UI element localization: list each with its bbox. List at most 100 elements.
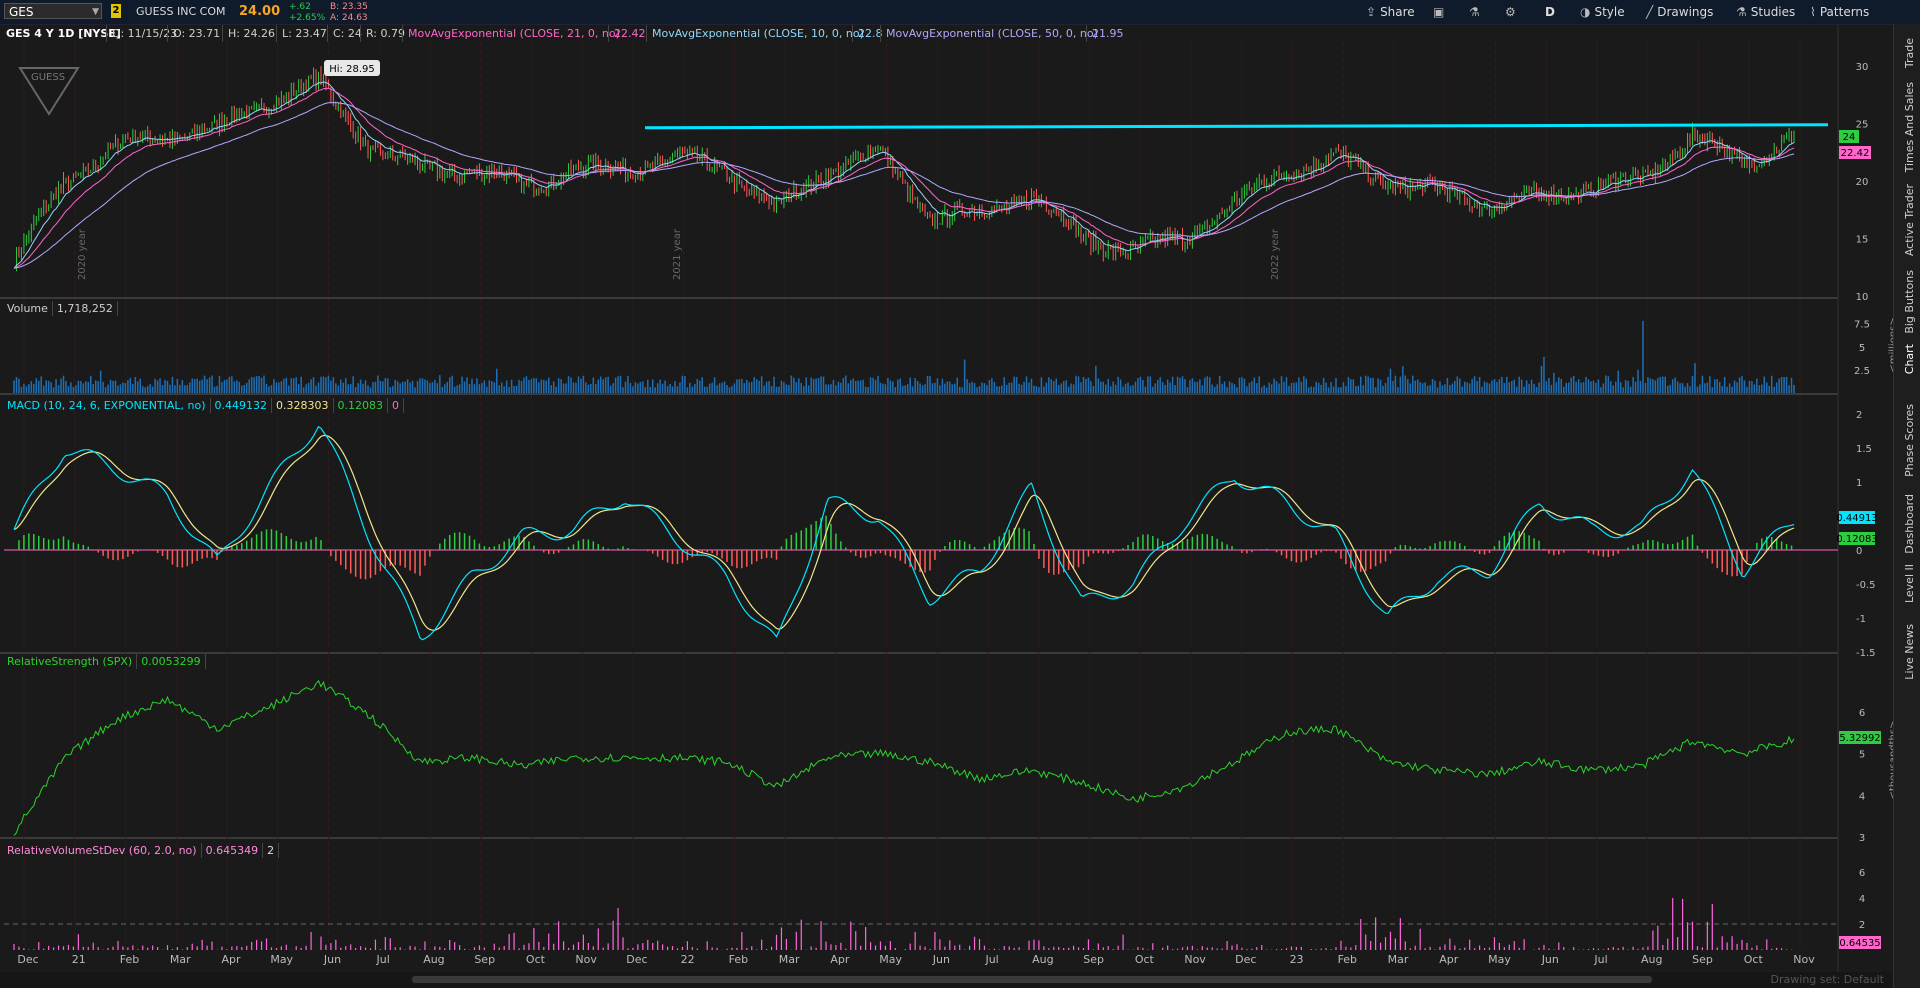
month-label: Sep [1083,953,1104,966]
patterns-button[interactable]: ⌇ Patterns [1810,0,1869,24]
pencil-icon: ╱ [1646,5,1654,19]
bar-close: C: 24 [327,25,362,42]
year-marker: 2020 year [77,228,88,280]
ema50-value: 21.95 [1086,25,1124,42]
month-label: Sep [474,953,495,966]
chart-info-bar: GES 4 Y 1D [NYSE] D: 11/15/23 O: 23.71 H… [0,25,1840,42]
last-price: 24.00 [239,4,281,19]
drawing-set-label: Drawing set: Default [1770,973,1884,986]
ema50-label[interactable]: MovAvgExponential (CLOSE, 50, 0, no) [880,25,1098,42]
chart-canvas[interactable]: Dec 21 Feb Mar Apr May Jun Jul Aug Sep Oct Nov Dec 22… [0,0,1920,988]
rvsd-badge-text: 0.64535 [1839,938,1880,949]
side-tab-times-and-sales[interactable]: Times And Sales [1903,82,1916,172]
month-label: Jul [376,953,390,966]
bar-range: R: 0.79 [360,25,405,42]
period-button[interactable]: D [1545,0,1555,24]
macd-axis-tick: -0.5 [1856,580,1876,591]
month-label: Aug [1032,953,1053,966]
resistance-line [644,123,1829,130]
camera-icon: ▣ [1433,5,1445,19]
style-button[interactable]: ◑ Style [1580,0,1625,24]
side-tab-trade[interactable]: Trade [1903,38,1916,68]
side-tab-chart[interactable]: Chart [1903,344,1916,374]
month-label: Oct [1744,953,1764,966]
rvsd-label[interactable]: RelativeVolumeStDev (60, 2.0, no) 0.64534… [3,843,280,858]
ema10-value: 22.8 [852,25,883,42]
bar-low: L: 23.47 [276,25,327,42]
drawings-button[interactable]: ╱ Drawings [1646,0,1713,24]
side-tab-big-buttons[interactable]: Big Buttons [1903,270,1916,334]
month-label: Nov [575,953,597,966]
month-label: Feb [120,953,139,966]
gear-icon: ⚙ [1505,5,1516,19]
month-label: Jul [1593,953,1607,966]
side-tab-bar: Trade Times And Sales Active Trader Big But… [1893,24,1920,988]
side-tab-active-trader[interactable]: Active Trader [1903,184,1916,256]
ema10-label[interactable]: MovAvgExponential (CLOSE, 10, 0, no) [646,25,864,42]
volume-axis-tick: 2.5 [1854,366,1870,377]
month-label: Jul [984,953,998,966]
month-label: 21 [72,953,86,966]
month-label: Jun [323,953,341,966]
macd-axis-tick: 0 [1856,546,1862,557]
month-label: Aug [423,953,444,966]
side-tab-phase-scores[interactable]: Phase Scores [1903,404,1916,477]
flask-button[interactable]: ⚗ [1469,0,1484,24]
bar-high: H: 24.26 [222,25,275,42]
company-name: GUESS INC COM [136,5,226,18]
month-label: 23 [1290,953,1304,966]
rvsd-axis-tick: 2 [1859,920,1865,931]
side-tab-live-news[interactable]: Live News [1903,624,1916,680]
month-label: Jun [932,953,950,966]
month-label: Oct [1135,953,1155,966]
flask-icon: ⚗ [1469,5,1480,19]
share-button[interactable]: ⇪ Share [1366,0,1415,24]
style-icon: ◑ [1580,5,1591,19]
macd-axis-tick: -1.5 [1856,648,1876,659]
price-axis-tick: 15 [1856,235,1869,246]
rs-axis-tick: 4 [1859,791,1865,802]
year-marker: 2021 year [672,228,683,280]
ema-line-10 [13,81,1795,269]
studies-button[interactable]: ⚗ Studies [1736,0,1795,24]
month-label: Apr [221,953,241,966]
month-label: Nov [1793,953,1815,966]
symbol-input[interactable]: GES ▼ [4,3,102,19]
flask-icon: ⚗ [1736,5,1747,19]
volume-label[interactable]: Volume 1,718,252 [3,301,118,316]
ema-badge-text: 22.42 [1841,148,1870,159]
month-label: Dec [17,953,38,966]
side-tab-level-ii[interactable]: Level II [1903,564,1916,603]
year-marker: 2022 year [1270,228,1281,280]
rs-label[interactable]: RelativeStrength (SPX) 0.0053299 [3,654,206,669]
last-price-badge-text: 24 [1843,132,1856,143]
macd-axis-tick: 1.5 [1856,444,1872,455]
settings-button[interactable]: ⚙ [1505,0,1520,24]
month-label: Jun [1541,953,1559,966]
rs-axis-tick: 3 [1859,833,1865,844]
month-label: Sep [1692,953,1713,966]
volume-axis-tick: 7.5 [1854,320,1870,331]
month-label: Aug [1641,953,1662,966]
link-group-badge[interactable]: 2 [111,4,121,18]
month-label: Dec [626,953,647,966]
horizontal-scrollbar[interactable] [0,972,1892,988]
price-axis-tick: 30 [1856,62,1869,73]
month-label: May [1488,953,1511,966]
macd-label[interactable]: MACD (10, 24, 6, EXPONENTIAL, no) 0.44913… [3,398,405,413]
side-tab-dashboard[interactable]: Dashboard [1903,494,1916,554]
camera-button[interactable]: ▣ [1433,0,1448,24]
price-axis-tick: 20 [1856,177,1869,188]
chevron-down-icon[interactable]: ▼ [92,4,99,20]
scrollbar-thumb[interactable] [412,976,1652,983]
month-label: Apr [1439,953,1459,966]
month-label: Feb [1338,953,1357,966]
share-icon: ⇪ [1366,5,1377,19]
ema21-label[interactable]: MovAvgExponential (CLOSE, 21, 0, no) [402,25,620,42]
month-label: Oct [526,953,546,966]
price-axis-tick: 25 [1856,120,1869,131]
volume-axis-tick: 5 [1859,343,1865,354]
rs-axis-tick: 6 [1859,708,1865,719]
top-toolbar: GES ▼ 2 GUESS INC COM 24.00 +.62 +2.65% B… [0,0,1920,25]
rs-axis-tick: 5 [1859,750,1865,761]
